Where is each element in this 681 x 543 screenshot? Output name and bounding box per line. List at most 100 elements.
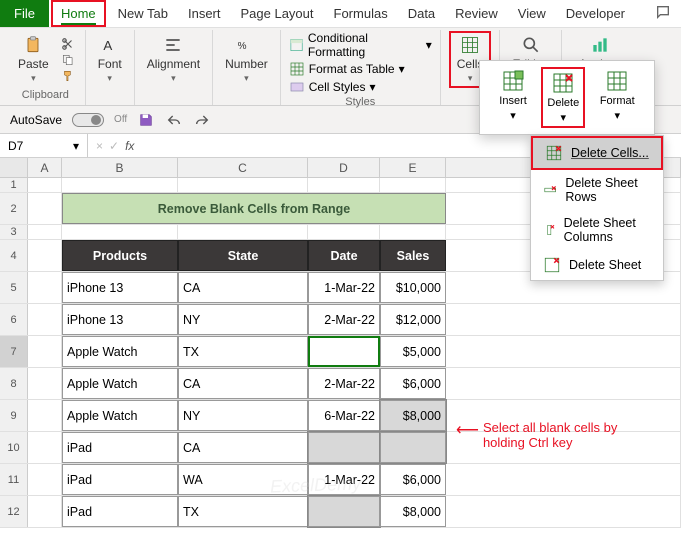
table-cell[interactable]: Apple Watch <box>62 368 178 399</box>
save-icon[interactable] <box>137 111 155 129</box>
col-header-a[interactable]: A <box>28 158 62 177</box>
comments-icon[interactable] <box>645 0 681 29</box>
table-cell[interactable]: iPad <box>62 496 178 527</box>
select-all-corner[interactable] <box>0 158 28 177</box>
undo-icon[interactable] <box>165 111 183 129</box>
format-as-table-button[interactable]: Format as Table ▾ <box>289 60 405 78</box>
tab-newtab[interactable]: New Tab <box>108 0 178 27</box>
font-button[interactable]: A Font ▾ <box>94 33 126 86</box>
row-header-12[interactable]: 12 <box>0 496 28 527</box>
delete-sheet-columns-menu-item[interactable]: Delete Sheet Columns <box>531 210 663 250</box>
row-header-7[interactable]: 7 <box>0 336 28 367</box>
format-painter-icon[interactable] <box>59 69 77 83</box>
conditional-formatting-button[interactable]: Conditional Formatting ▾ <box>289 30 432 60</box>
table-cell[interactable]: 2-Mar-22 <box>308 368 380 399</box>
row-header-2[interactable]: 2 <box>0 193 28 224</box>
table-cell[interactable]: 6-Mar-22 <box>308 400 380 431</box>
table-cell[interactable]: $8,000 <box>380 496 446 527</box>
row-header-4[interactable]: 4 <box>0 240 28 271</box>
number-label: Number <box>225 57 268 71</box>
tab-pagelayout[interactable]: Page Layout <box>231 0 324 27</box>
alignment-button[interactable]: Alignment ▾ <box>143 33 204 86</box>
delete-cells-button[interactable]: Delete ▾ <box>541 67 585 128</box>
paste-button[interactable]: Paste ▾ <box>14 33 53 86</box>
selected-blank-cell[interactable] <box>308 496 380 527</box>
table-cell[interactable]: NY <box>178 304 308 335</box>
table-header-date[interactable]: Date <box>308 240 380 271</box>
table-cell[interactable]: iPhone 13 <box>62 272 178 303</box>
number-button[interactable]: % Number ▾ <box>221 33 272 86</box>
insert-cells-button[interactable]: Insert ▾ <box>495 67 531 128</box>
chevron-down-icon: ▾ <box>614 109 620 122</box>
chevron-down-icon: ▾ <box>171 73 176 84</box>
ribbon: Paste ▾ Clipboard A Font ▾ Alignme <box>0 28 681 106</box>
row-header-10[interactable]: 10 <box>0 432 28 463</box>
tab-formulas[interactable]: Formulas <box>324 0 398 27</box>
autosave-toggle[interactable] <box>72 113 104 127</box>
table-cell[interactable]: CA <box>178 368 308 399</box>
tab-file[interactable]: File <box>0 0 49 27</box>
table-cell[interactable]: CA <box>178 272 308 303</box>
selected-blank-cell[interactable] <box>380 432 446 463</box>
col-header-c[interactable]: C <box>178 158 308 177</box>
active-cell-d7[interactable] <box>308 336 380 367</box>
table-cell[interactable]: CA <box>178 432 308 463</box>
col-header-b[interactable]: B <box>62 158 178 177</box>
table-cell[interactable]: 2-Mar-22 <box>308 304 380 335</box>
table-cell[interactable]: TX <box>178 496 308 527</box>
table-cell[interactable]: iPad <box>62 464 178 495</box>
table-cell[interactable]: iPad <box>62 432 178 463</box>
alignment-label: Alignment <box>147 57 200 71</box>
delete-sheet-rows-menu-item[interactable]: Delete Sheet Rows <box>531 170 663 210</box>
fx-icon[interactable]: fx <box>125 139 134 153</box>
table-cell[interactable]: $5,000 <box>380 336 446 367</box>
delete-sheet-menu-item[interactable]: Delete Sheet <box>531 250 663 280</box>
tab-view[interactable]: View <box>508 0 556 27</box>
table-header-products[interactable]: Products <box>62 240 178 271</box>
table-cell[interactable]: iPhone 13 <box>62 304 178 335</box>
col-header-d[interactable]: D <box>308 158 380 177</box>
redo-icon[interactable] <box>193 111 211 129</box>
cell-styles-label: Cell Styles <box>309 80 366 94</box>
cut-icon[interactable] <box>59 37 77 51</box>
tab-developer[interactable]: Developer <box>556 0 635 27</box>
enter-formula-icon[interactable]: ✓ <box>109 139 119 153</box>
table-cell[interactable]: Apple Watch <box>62 336 178 367</box>
row-header-8[interactable]: 8 <box>0 368 28 399</box>
table-header-state[interactable]: State <box>178 240 308 271</box>
row-header-11[interactable]: 11 <box>0 464 28 495</box>
delete-cells-menu-item[interactable]: Delete Cells... <box>531 136 663 170</box>
ribbon-group-font: A Font ▾ <box>86 30 135 105</box>
row-header-3[interactable]: 3 <box>0 225 28 239</box>
cancel-formula-icon[interactable]: × <box>96 139 103 153</box>
table-cell[interactable]: $12,000 <box>380 304 446 335</box>
table-cell[interactable]: 1-Mar-22 <box>308 272 380 303</box>
selected-blank-cell[interactable]: $8,000 <box>380 400 446 431</box>
tab-home[interactable]: Home <box>51 0 106 27</box>
format-cells-button[interactable]: Format ▾ <box>596 67 639 128</box>
table-cell[interactable]: $6,000 <box>380 464 446 495</box>
copy-icon[interactable] <box>59 53 77 67</box>
table-cell[interactable]: $10,000 <box>380 272 446 303</box>
autosave-off-label: Off <box>114 114 127 125</box>
col-header-e[interactable]: E <box>380 158 446 177</box>
tab-review[interactable]: Review <box>445 0 508 27</box>
title-banner[interactable]: Remove Blank Cells from Range <box>62 193 446 224</box>
chevron-down-icon: ▾ <box>369 80 375 94</box>
table-header-sales[interactable]: Sales <box>380 240 446 271</box>
name-box[interactable]: D7 ▾ <box>0 134 88 157</box>
chevron-down-icon: ▾ <box>510 109 516 122</box>
table-cell[interactable]: TX <box>178 336 308 367</box>
table-cell[interactable]: Apple Watch <box>62 400 178 431</box>
row-header-6[interactable]: 6 <box>0 304 28 335</box>
annotation-line2: holding Ctrl key <box>483 435 617 450</box>
cell-styles-button[interactable]: Cell Styles ▾ <box>289 78 376 96</box>
tab-insert[interactable]: Insert <box>178 0 231 27</box>
selected-blank-cell[interactable] <box>308 432 380 463</box>
row-header-1[interactable]: 1 <box>0 178 28 192</box>
row-header-5[interactable]: 5 <box>0 272 28 303</box>
row-header-9[interactable]: 9 <box>0 400 28 431</box>
table-cell[interactable]: NY <box>178 400 308 431</box>
table-cell[interactable]: $6,000 <box>380 368 446 399</box>
tab-data[interactable]: Data <box>398 0 445 27</box>
